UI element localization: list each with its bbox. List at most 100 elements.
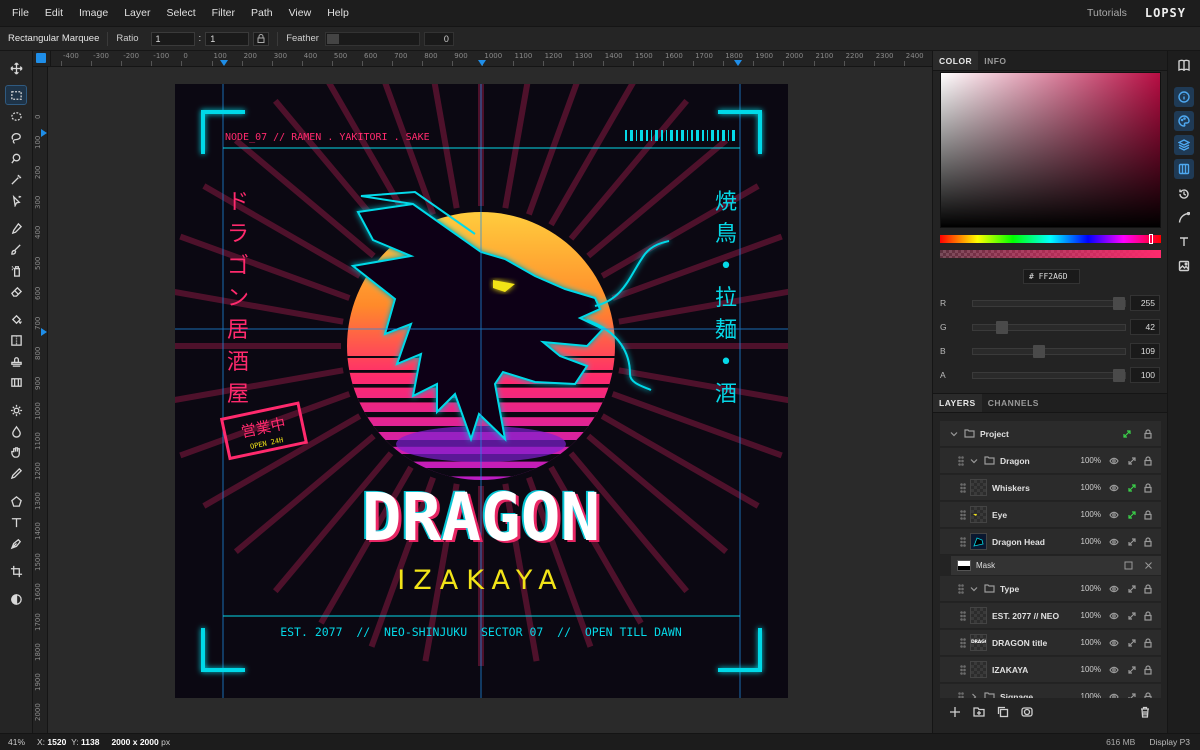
hex-input[interactable]: # FF2A6D (1023, 269, 1080, 284)
lock-icon[interactable] (1143, 428, 1153, 439)
menu-filter[interactable]: Filter (204, 0, 243, 27)
layer-group-project[interactable]: Project (940, 421, 1161, 447)
menu-edit[interactable]: Edit (37, 0, 71, 27)
lock-icon[interactable] (1143, 584, 1153, 594)
ellipse-marquee-tool[interactable] (6, 107, 26, 125)
channel-slider[interactable] (972, 368, 1126, 382)
layer-opacity[interactable]: 100% (1081, 665, 1101, 674)
layer-opacity[interactable]: 100% (1081, 483, 1101, 492)
menu-layer[interactable]: Layer (116, 0, 158, 27)
link-effects-icon[interactable] (1127, 638, 1137, 648)
layer-row-est-2077-neo[interactable]: EST. 2077 // NEO 100% (940, 603, 1161, 629)
chevron-down-icon[interactable] (970, 457, 978, 465)
dodge-tool[interactable] (6, 401, 26, 419)
ratio-width-input[interactable]: 1 (150, 31, 195, 46)
zoom-level[interactable]: 41% (0, 737, 33, 747)
layer-opacity[interactable]: 100% (1081, 510, 1101, 519)
channel-value-input[interactable]: 109 (1130, 343, 1160, 359)
tab-channels[interactable]: CHANNELS (982, 394, 1045, 412)
link-effects-icon[interactable] (1127, 537, 1137, 547)
libraries-button[interactable] (1174, 55, 1194, 75)
chevron-down-icon[interactable] (970, 585, 978, 593)
vertical-ruler[interactable]: 0 100 200 300 400 500 600 700 800 900 1000 1100 1200… (33, 67, 48, 733)
channel-value-input[interactable]: 100 (1130, 367, 1160, 383)
ratio-lock-button[interactable] (253, 31, 270, 46)
link-effects-icon[interactable] (1127, 456, 1137, 466)
channels-panel-button[interactable] (1174, 159, 1194, 179)
hue-slider-knob[interactable] (1149, 234, 1153, 244)
rect-marquee-tool[interactable] (5, 85, 27, 105)
drag-handle-icon[interactable] (960, 536, 966, 547)
path-tool[interactable] (6, 534, 26, 552)
drag-handle-icon[interactable] (960, 637, 966, 648)
fill-tool[interactable] (6, 310, 26, 328)
new-group-button[interactable] (973, 706, 987, 720)
guide-marker[interactable] (478, 60, 486, 66)
link-effects-icon[interactable] (1127, 665, 1137, 675)
quick-select-tool[interactable] (6, 149, 26, 167)
link-effects-icon[interactable] (1122, 429, 1132, 439)
layer-opacity[interactable]: 100% (1081, 456, 1101, 465)
drag-handle-icon[interactable] (960, 664, 966, 675)
layer-group-type[interactable]: Type 100% (940, 576, 1161, 602)
lock-icon[interactable] (1143, 510, 1153, 520)
magic-wand-tool[interactable] (6, 170, 26, 188)
ruler-corner[interactable] (33, 51, 51, 67)
saturation-value-field[interactable] (940, 72, 1161, 228)
layer-opacity[interactable]: 100% (1081, 584, 1101, 593)
eye-icon[interactable] (1109, 538, 1119, 548)
pen-tool[interactable] (6, 464, 26, 482)
artboard[interactable]: NODE_07 // RAMEN . YAKITORI . SAKE ドラゴン居… (175, 84, 788, 698)
move-tool[interactable] (6, 59, 26, 77)
link-effects-icon[interactable] (1127, 510, 1137, 520)
tab-color[interactable]: COLOR (933, 51, 979, 70)
menu-select[interactable]: Select (158, 0, 203, 27)
channel-slider[interactable] (972, 344, 1126, 358)
eye-icon[interactable] (1109, 511, 1119, 521)
menu-help[interactable]: Help (319, 0, 357, 27)
layers-panel-button[interactable] (1174, 135, 1194, 155)
guide-marker[interactable] (734, 60, 742, 66)
eraser-tool[interactable] (6, 282, 26, 300)
lock-icon[interactable] (1143, 456, 1153, 466)
drag-handle-icon[interactable] (960, 509, 966, 520)
eye-icon[interactable] (1109, 585, 1119, 595)
channel-slider-knob[interactable] (1113, 296, 1125, 310)
eye-icon[interactable] (1109, 639, 1119, 649)
drag-handle-icon[interactable] (960, 610, 966, 621)
alpha-slider[interactable] (940, 250, 1161, 258)
hue-slider[interactable] (940, 234, 1161, 244)
layer-row-dragon-title[interactable]: DRAGON DRAGON title 100% (940, 630, 1161, 656)
tutorials-link[interactable]: Tutorials (1087, 7, 1127, 19)
color-panel-button[interactable] (1174, 111, 1194, 131)
layer-row-izakaya[interactable]: IZAKAYA 100% (940, 657, 1161, 683)
history-panel-button[interactable] (1174, 184, 1194, 204)
drag-handle-icon[interactable] (960, 482, 966, 493)
shape-tool[interactable] (6, 492, 26, 510)
drag-handle-icon[interactable] (958, 455, 964, 466)
layer-opacity[interactable]: 100% (1081, 638, 1101, 647)
paths-panel-button[interactable] (1174, 208, 1194, 228)
eye-icon[interactable] (1109, 457, 1119, 467)
eyedropper-tool[interactable] (6, 219, 26, 237)
eye-icon[interactable] (1109, 484, 1119, 494)
lock-icon[interactable] (1143, 665, 1153, 675)
lock-icon[interactable] (1143, 638, 1153, 648)
crop-tool[interactable] (6, 562, 26, 580)
menu-file[interactable]: File (4, 0, 37, 27)
brush-tool[interactable] (6, 240, 26, 258)
burn-tool[interactable] (6, 422, 26, 440)
color-swap-tool[interactable] (6, 590, 26, 608)
ratio-height-input[interactable]: 1 (205, 31, 250, 46)
layer-group-dragon[interactable]: Dragon 100% (940, 448, 1161, 474)
layer-mask-row[interactable]: Mask (951, 556, 1161, 575)
link-effects-icon[interactable] (1127, 584, 1137, 594)
pattern-tool[interactable] (6, 373, 26, 391)
drag-handle-icon[interactable] (958, 583, 964, 594)
menu-image[interactable]: Image (71, 0, 116, 27)
layer-opacity[interactable]: 100% (1081, 611, 1101, 620)
menu-path[interactable]: Path (243, 0, 281, 27)
menu-view[interactable]: View (281, 0, 320, 27)
eye-icon[interactable] (1109, 612, 1119, 622)
guide-marker[interactable] (220, 60, 228, 66)
